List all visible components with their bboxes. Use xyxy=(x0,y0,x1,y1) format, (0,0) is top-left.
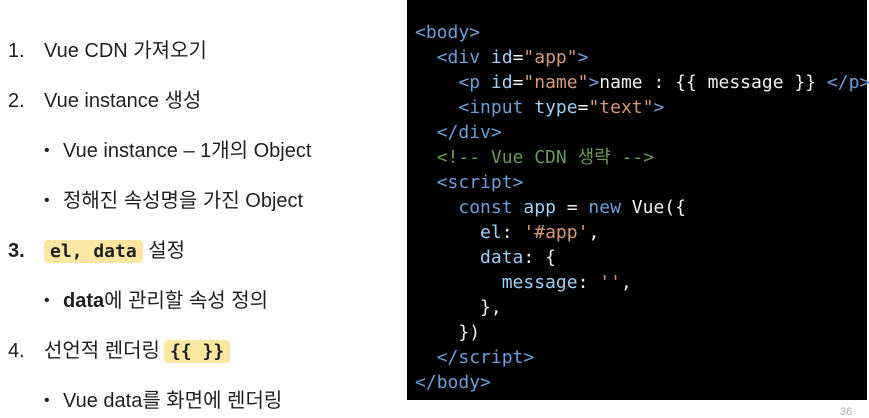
item-content: data에 관리할 속성 정의 xyxy=(63,286,268,316)
item-number: 4. xyxy=(8,340,25,362)
code-line: </div> xyxy=(436,122,502,143)
code-line: el: '#app', xyxy=(480,222,600,243)
bullet: • xyxy=(44,192,50,209)
code-line: <body> xyxy=(415,22,481,43)
item-text: Vue instance – 1개의 Object xyxy=(63,140,312,162)
code-highlight: el, data xyxy=(44,240,143,263)
item-text: Vue data를 화면에 렌더링 xyxy=(63,390,283,412)
code-line: const app = new Vue({ xyxy=(458,197,686,218)
code-line: <script> xyxy=(436,172,524,193)
code-block: <body> <div id="app"> <p id="name">name … xyxy=(407,0,869,400)
bold-term: data xyxy=(63,290,105,312)
item-text: 정해진 속성명을 가진 Object xyxy=(63,190,304,212)
item-number: 3. xyxy=(8,240,25,262)
bullet: • xyxy=(44,392,50,409)
code-line: <!-- Vue CDN 생략 --> xyxy=(436,147,655,168)
code-line: }) xyxy=(458,322,481,343)
code-line: </script> xyxy=(436,347,535,368)
page-number: 36 xyxy=(840,406,853,418)
bullet: • xyxy=(44,292,50,309)
item-number: 2. xyxy=(8,90,25,112)
code-line: </body> xyxy=(415,372,491,393)
code-line: }, xyxy=(480,297,502,318)
item-text: Vue CDN 가져오기 xyxy=(44,40,207,62)
item-text: 설정 xyxy=(148,240,186,262)
code-highlight: {{ }} xyxy=(163,340,231,363)
code-line: <p id="name">name : {{ message }} </p> xyxy=(458,72,869,93)
item-number: 1. xyxy=(8,40,25,62)
bullet: • xyxy=(44,142,50,159)
code-line: message: '', xyxy=(501,272,632,293)
code-line: data: { xyxy=(480,247,556,268)
item-content: 선언적 렌더링{{ }} xyxy=(44,336,231,367)
code-line: <input type="text"> xyxy=(458,97,665,118)
item-text: Vue instance 생성 xyxy=(44,90,202,112)
item-text: 선언적 렌더링 xyxy=(44,340,160,362)
steps-list: 1. Vue CDN 가져오기 2. Vue instance 생성 • Vue… xyxy=(0,0,400,416)
code-line: <div id="app"> xyxy=(436,47,589,68)
item-content: el, data 설정 xyxy=(44,236,185,267)
item-text: 에 관리할 속성 정의 xyxy=(104,290,268,312)
